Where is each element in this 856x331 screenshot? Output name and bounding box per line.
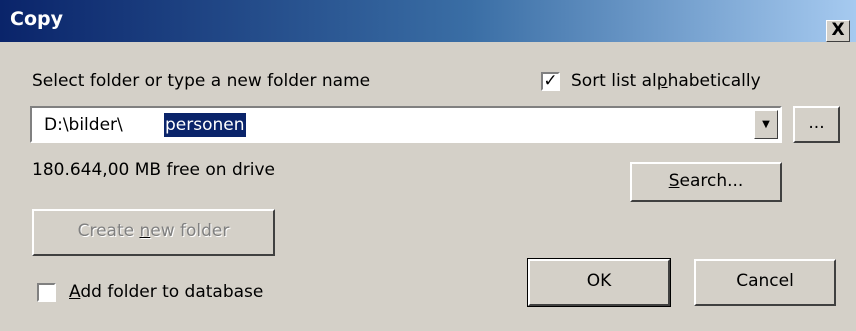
window-title: Copy <box>10 8 63 30</box>
folder-path-combobox[interactable]: D:\bilder\ personen ▼ <box>30 106 782 143</box>
search-button-label: earch... <box>679 171 744 191</box>
create-folder-label-part: Create <box>77 221 140 241</box>
create-folder-label-part: ew folder <box>150 221 230 241</box>
add-to-database-checkbox[interactable] <box>37 283 56 302</box>
cancel-button-label: Cancel <box>736 271 794 291</box>
browse-button[interactable]: ... <box>793 106 840 143</box>
ok-button-label: OK <box>586 271 612 291</box>
dropdown-button[interactable]: ▼ <box>754 110 778 139</box>
path-selected-text: personen <box>164 113 246 137</box>
search-button[interactable]: Search... <box>630 162 782 202</box>
sort-label-accesskey: p <box>656 71 668 91</box>
add-db-accesskey: A <box>69 282 81 302</box>
add-db-label-part: dd folder to database <box>80 282 264 302</box>
path-prefix-text: D:\bilder\ <box>44 115 123 135</box>
add-to-database-label[interactable]: Add folder to database <box>69 282 263 302</box>
create-new-folder-button[interactable]: Create new folder <box>32 209 275 256</box>
create-folder-accesskey: n <box>139 221 151 241</box>
sort-alphabetically-label[interactable]: Sort list alphabetically <box>571 71 761 91</box>
browse-button-label: ... <box>808 113 825 133</box>
sort-alphabetically-checkbox[interactable]: ✓ <box>541 72 560 91</box>
cancel-button[interactable]: Cancel <box>694 259 836 306</box>
free-space-text: 180.644,00 MB free on drive <box>32 160 275 180</box>
ok-button[interactable]: OK <box>527 258 671 307</box>
check-icon: ✓ <box>543 71 558 91</box>
sort-label-part: habetically <box>667 71 761 91</box>
title-bar[interactable]: Copy X <box>0 0 856 43</box>
folder-prompt-label: Select folder or type a new folder name <box>32 71 371 91</box>
chevron-down-icon: ▼ <box>762 119 770 130</box>
close-button[interactable]: X <box>826 20 850 42</box>
sort-label-part: Sort list al <box>571 71 657 91</box>
search-accesskey: S <box>668 171 680 191</box>
close-icon: X <box>831 20 845 40</box>
